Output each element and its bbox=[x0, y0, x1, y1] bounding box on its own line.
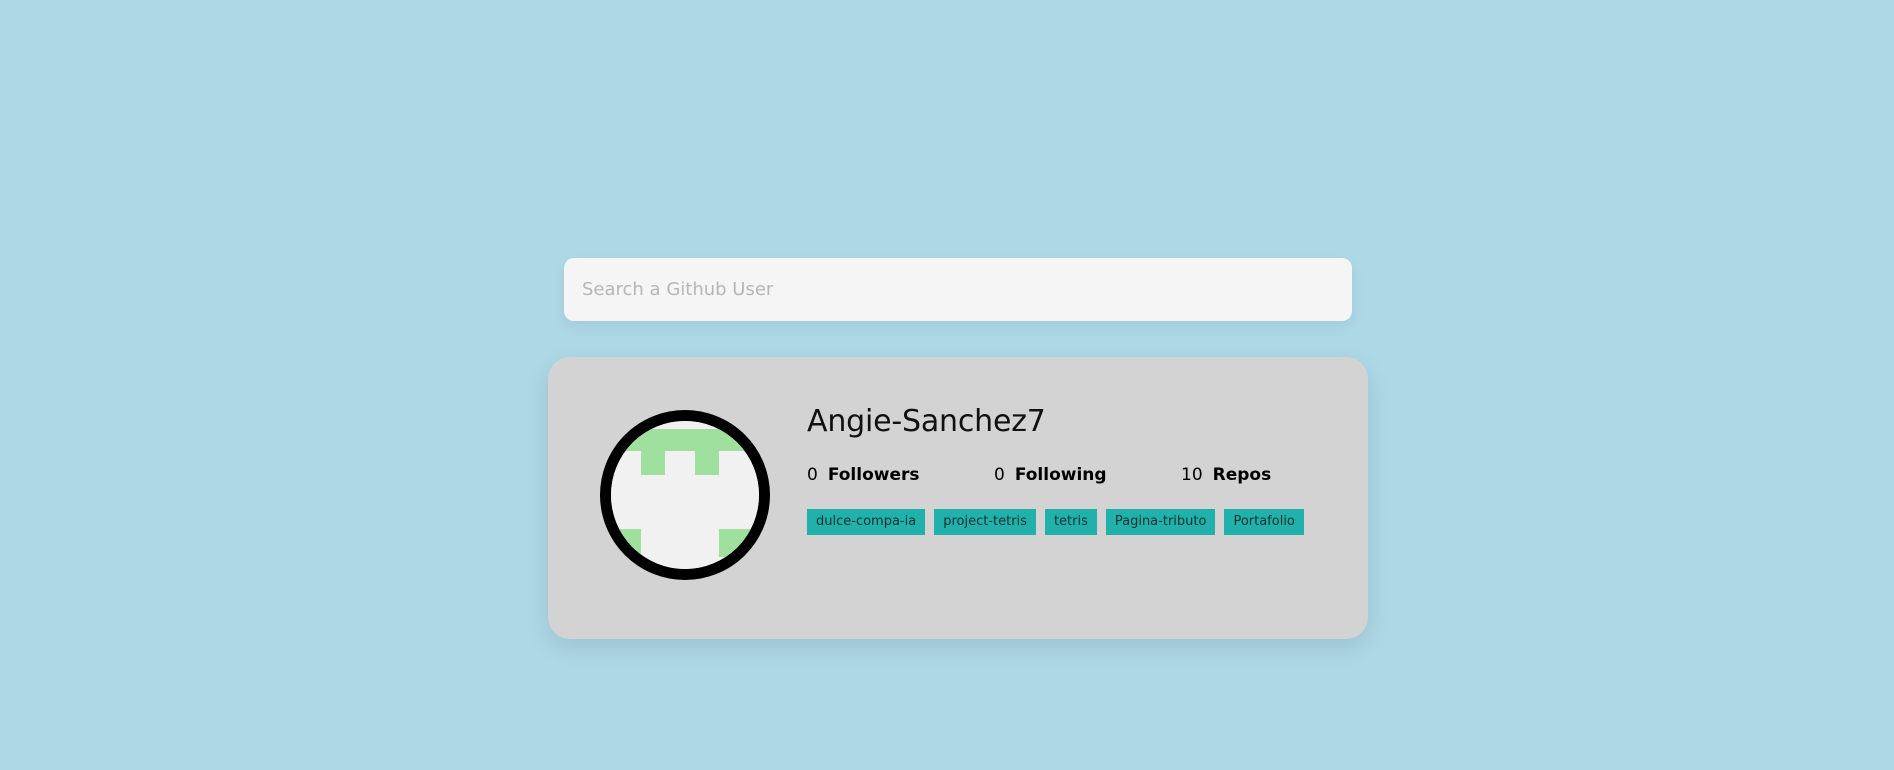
repo-link[interactable]: project-tetris bbox=[934, 509, 1036, 535]
repos-stat: 10 Repos bbox=[1181, 465, 1271, 485]
followers-stat: 0 Followers bbox=[807, 465, 994, 485]
following-label: Following bbox=[1014, 465, 1107, 485]
repo-link[interactable]: tetris bbox=[1044, 509, 1097, 535]
user-stats: 0 Followers 0 Following 10 Repos bbox=[807, 465, 1347, 485]
username: Angie-Sanchez7 bbox=[807, 404, 1046, 439]
search-input[interactable] bbox=[564, 258, 1352, 321]
repo-link[interactable]: Pagina-tributo bbox=[1105, 509, 1216, 535]
avatar bbox=[600, 410, 770, 580]
user-card: Angie-Sanchez7 0 Followers 0 Following 1… bbox=[548, 357, 1368, 639]
repos-count: 10 bbox=[1181, 465, 1203, 485]
followers-label: Followers bbox=[827, 465, 920, 485]
followers-count: 0 bbox=[807, 465, 818, 485]
following-stat: 0 Following bbox=[994, 465, 1181, 485]
user-info: Angie-Sanchez7 0 Followers 0 Following 1… bbox=[807, 407, 1347, 535]
following-count: 0 bbox=[994, 465, 1005, 485]
identicon-icon bbox=[611, 421, 759, 569]
repo-link[interactable]: dulce-compa-ia bbox=[807, 509, 926, 535]
search-box bbox=[564, 258, 1352, 321]
page: Angie-Sanchez7 0 Followers 0 Following 1… bbox=[0, 0, 1894, 770]
repo-list: dulce-compa-ia project-tetris tetris Pag… bbox=[807, 509, 1347, 535]
repos-label: Repos bbox=[1212, 465, 1272, 485]
repo-link[interactable]: Portafolio bbox=[1224, 509, 1304, 535]
